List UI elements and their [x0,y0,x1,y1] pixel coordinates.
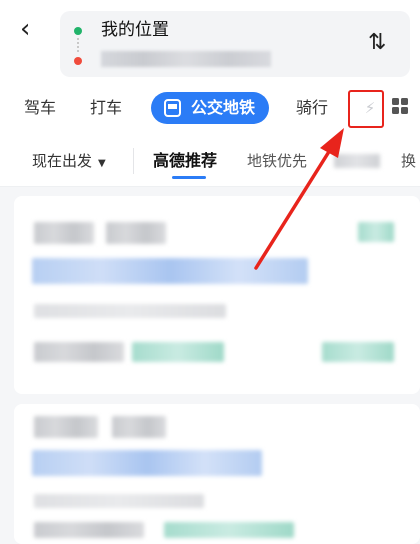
grid-icon[interactable] [392,98,408,114]
filter-subway-first[interactable]: 地铁优先 [247,150,307,172]
route-connector [77,38,79,52]
blurred-text [34,494,204,508]
tab-transit-label: 公交地铁 [191,98,256,117]
blurred-text [34,342,124,362]
origin-dot-icon [74,27,82,35]
dropdown-caret-icon: ▼ [98,158,106,169]
blurred-route-line [32,258,308,284]
destination-field[interactable] [101,51,271,67]
blurred-text [322,342,394,362]
route-result-card[interactable] [14,404,420,544]
blurred-text [112,416,166,438]
blurred-text [34,522,144,538]
tab-drive[interactable]: 驾车 [24,88,56,128]
blurred-text [164,522,294,538]
depart-time-dropdown[interactable]: 现在出发 ▼ [32,150,106,175]
blurred-text [106,222,166,244]
filter-divider [133,148,134,174]
highlight-box [348,90,384,128]
blurred-text [358,222,394,242]
filter-blurred-option[interactable] [334,154,380,168]
route-result-card[interactable] [14,196,420,394]
blurred-text [34,222,94,244]
tab-ride[interactable]: 骑行 [296,88,328,128]
bus-icon [164,99,181,117]
blurred-route-line [32,450,262,476]
tab-taxi[interactable]: 打车 [90,88,122,128]
swap-icon[interactable]: ⇅ [368,30,387,55]
top-bar: ‹ 我的位置 ⇅ 驾车 打车 公交地铁 骑行 ⚡ [0,0,420,136]
route-filter-bar: 现在出发 ▼ 高德推荐 地铁优先 换 [0,136,420,187]
back-icon[interactable]: ‹ [20,14,46,44]
blurred-text [34,416,98,438]
tab-transit[interactable]: 公交地铁 [151,92,270,124]
filter-cut-tab[interactable]: 换 [401,150,416,172]
origin-field[interactable]: 我的位置 [101,18,169,42]
filter-recommended[interactable]: 高德推荐 [153,150,217,172]
depart-time-label: 现在出发 [32,152,93,170]
destination-dot-icon [74,57,82,65]
active-filter-indicator [172,176,206,179]
route-input-card[interactable]: 我的位置 ⇅ [60,11,410,77]
blurred-text [34,304,226,318]
blurred-text [132,342,224,362]
